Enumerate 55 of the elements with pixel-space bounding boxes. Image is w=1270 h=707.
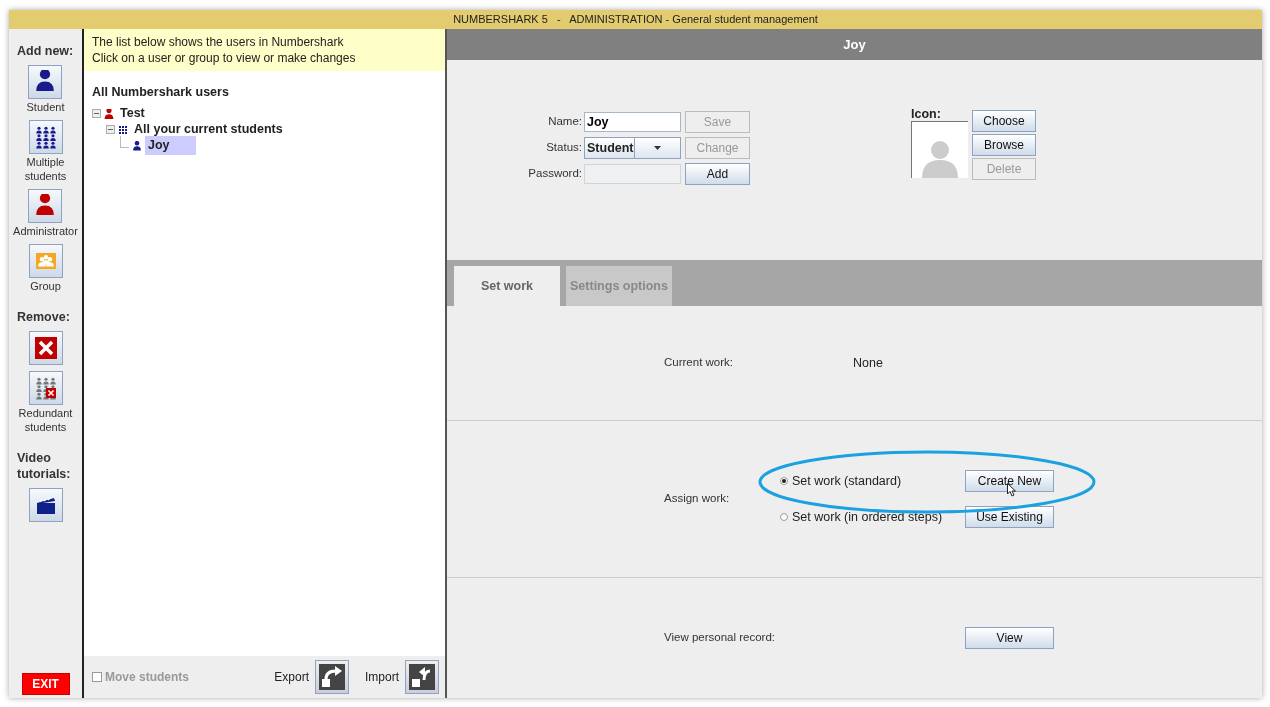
section-label: Assign work: xyxy=(664,491,731,507)
people-delete-icon xyxy=(33,376,58,400)
person-button[interactable] xyxy=(28,65,63,99)
info-text: Click on a user or group to view or make changes xyxy=(92,50,357,66)
import-label: Import xyxy=(365,669,399,686)
view-button[interactable]: View xyxy=(965,627,1054,649)
delete-button[interactable] xyxy=(28,331,63,365)
caret-icon xyxy=(653,146,661,150)
icon-button[interactable]: Browse xyxy=(972,134,1036,156)
tree-connector xyxy=(120,135,129,148)
field-label: Status: xyxy=(545,140,583,156)
export-button[interactable] xyxy=(315,660,349,694)
work-button[interactable]: Use Existing xyxy=(965,506,1054,528)
window-title: NUMBERSHARK 5 - ADMINISTRATION - General student management xyxy=(9,10,1262,29)
section-heading: Remove: xyxy=(16,309,70,325)
collapse-icon[interactable] xyxy=(92,109,101,119)
button-label: Redundant students xyxy=(17,406,74,434)
tree-item[interactable]: Joy xyxy=(145,136,196,156)
administrator-icon xyxy=(104,108,114,119)
tree-title: All Numbershark users xyxy=(92,84,230,101)
exit-button[interactable]: EXIT xyxy=(21,673,70,695)
clapperboard-button[interactable] xyxy=(28,488,63,522)
icon-label: Icon: xyxy=(911,108,942,121)
user-name-header: Joy xyxy=(447,29,1262,60)
group-button[interactable] xyxy=(28,244,63,278)
delete-icon xyxy=(33,336,58,360)
info-text: The list below shows the users in Numbershark xyxy=(92,34,345,50)
field-label: Name: xyxy=(547,114,583,130)
field-label: Password: xyxy=(527,166,583,182)
work-button[interactable]: Create New xyxy=(965,470,1054,492)
mouse-cursor-icon xyxy=(1007,483,1016,497)
people-delete-button[interactable] xyxy=(28,371,63,405)
button-label: Student xyxy=(26,100,65,114)
section-heading: Video tutorials: xyxy=(16,450,69,482)
icon-button[interactable]: Choose xyxy=(972,110,1036,132)
person-button[interactable] xyxy=(28,189,63,223)
people-icon xyxy=(33,125,58,149)
section-label: View personal record: xyxy=(664,630,776,646)
button-label: Administrator xyxy=(13,224,78,238)
export-label: Export xyxy=(274,669,309,686)
radio-option[interactable]: Set work (standard) xyxy=(780,471,965,491)
button-label: Multiple students xyxy=(23,155,68,183)
tab[interactable]: Set work xyxy=(454,266,560,306)
people-button[interactable] xyxy=(28,120,63,154)
import-button[interactable] xyxy=(405,660,439,694)
section-label: Current work: xyxy=(664,355,735,371)
status-dropdown[interactable]: Student xyxy=(584,137,681,159)
radio-option[interactable]: Set work (in ordered steps) xyxy=(780,507,965,527)
student-icon xyxy=(132,140,142,151)
section-heading: Add new: xyxy=(16,43,74,59)
button-label: Group xyxy=(30,279,61,293)
name-field[interactable]: Joy xyxy=(584,112,681,132)
avatar-placeholder xyxy=(911,121,968,178)
collapse-icon[interactable] xyxy=(106,125,115,135)
work-value: None xyxy=(853,354,883,372)
